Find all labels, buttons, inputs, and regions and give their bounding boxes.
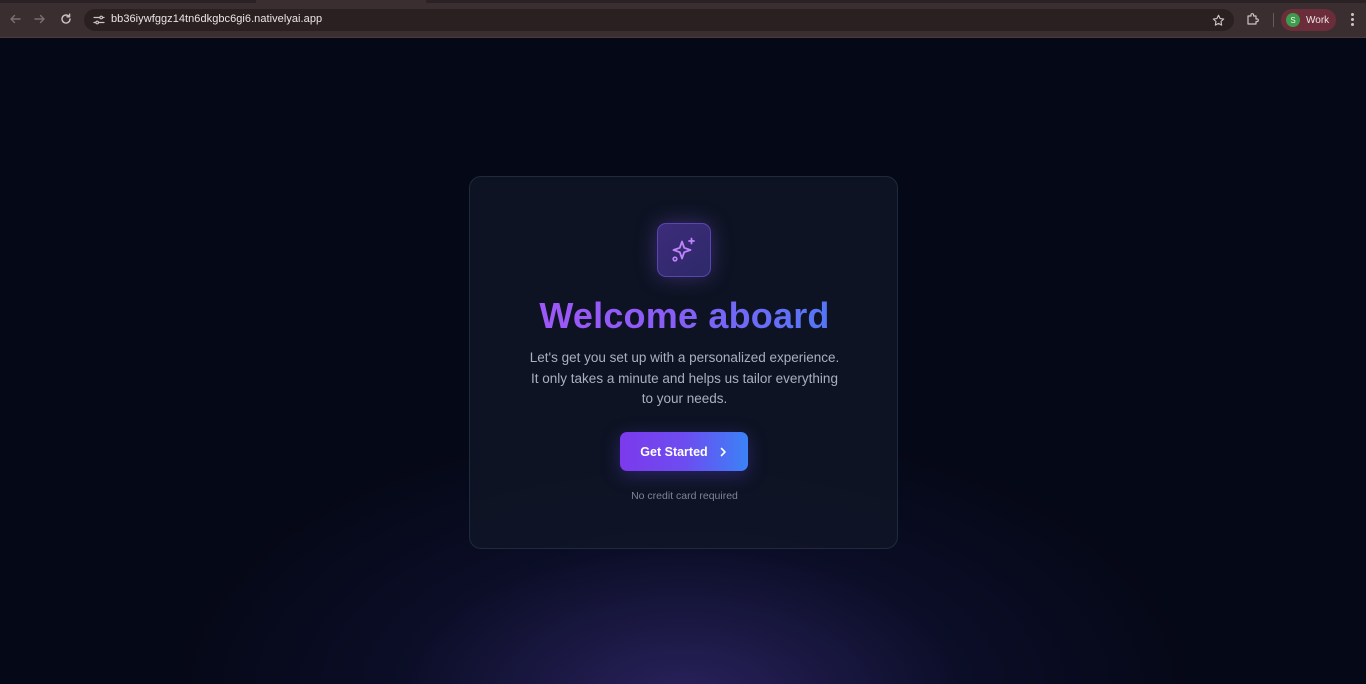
arrow-right-icon [34, 14, 45, 24]
sparkles-badge [657, 223, 711, 277]
toolbar-divider [1273, 13, 1274, 27]
kebab-menu-icon [1350, 17, 1354, 21]
welcome-description: Let's get you set up with a personalized… [529, 350, 840, 406]
welcome-card: Welcome aboard Let's get you set up with… [469, 176, 898, 549]
extensions-button[interactable] [1245, 11, 1261, 27]
page-viewport: Welcome aboard Let's get you set up with… [0, 38, 1366, 684]
site-settings-button[interactable] [92, 13, 106, 27]
back-button[interactable] [6, 10, 24, 28]
browser-toolbar: bb36iywfggz14tn6dkgbc6gi6.nativelyai.app… [0, 0, 1366, 38]
tab-strip [0, 0, 1366, 3]
kebab-menu-icon [1350, 12, 1354, 16]
profile-name: Work [1306, 14, 1330, 26]
no-credit-card-note: No credit card required [631, 490, 738, 502]
reload-icon [61, 13, 71, 24]
forward-button[interactable] [31, 10, 49, 28]
kebab-menu-icon [1350, 22, 1354, 26]
sparkles-icon [672, 237, 695, 262]
url-text[interactable]: bb36iywfggz14tn6dkgbc6gi6.nativelyai.app [111, 13, 322, 25]
bookmark-button[interactable] [1210, 12, 1226, 28]
puzzle-icon [1247, 13, 1259, 25]
star-icon [1212, 14, 1224, 26]
reload-button[interactable] [57, 10, 75, 28]
profile-button[interactable]: S Work [1281, 9, 1336, 31]
get-started-button[interactable]: Get Started [620, 432, 748, 471]
avatar: S [1286, 13, 1300, 27]
address-bar[interactable]: bb36iywfggz14tn6dkgbc6gi6.nativelyai.app [84, 9, 1234, 31]
arrow-left-icon [10, 14, 21, 24]
browser-menu-button[interactable] [1345, 11, 1359, 27]
page-title: Welcome aboard [470, 295, 899, 337]
chevron-right-icon [718, 447, 728, 457]
active-tab-hint[interactable] [256, 0, 426, 3]
tune-icon [93, 15, 105, 25]
get-started-label: Get Started [640, 444, 708, 459]
